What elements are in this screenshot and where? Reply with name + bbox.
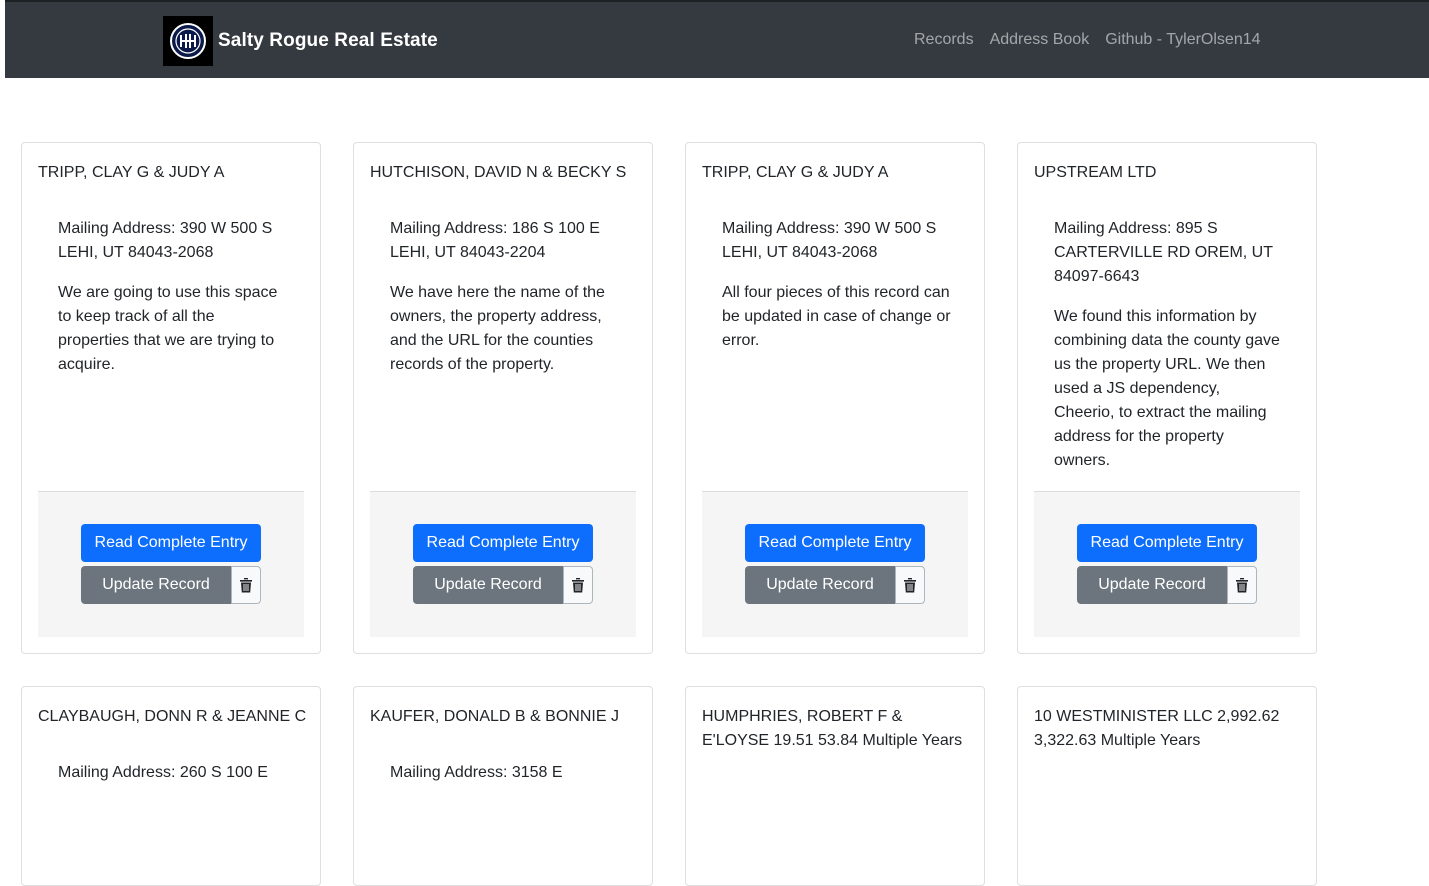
record-owner: UPSTREAM LTD — [1034, 164, 1157, 181]
record-actions: Read Complete Entry Update Record — [370, 491, 636, 637]
brand[interactable]: Salty Rogue Real Estate — [163, 16, 438, 66]
record-mailing-address: Mailing Address: 260 S 100 E — [58, 764, 268, 781]
record-body: Mailing Address: 390 W 500 S LEHI, UT 84… — [722, 217, 952, 369]
delete-record-button[interactable] — [563, 566, 593, 604]
trash-icon — [904, 578, 916, 593]
record-mailing-address: Mailing Address: 895 S CARTERVILLE RD OR… — [1054, 220, 1273, 285]
read-complete-entry-button[interactable]: Read Complete Entry — [745, 524, 925, 562]
record-mailing-address: Mailing Address: 186 S 100 E LEHI, UT 84… — [390, 220, 600, 261]
nav-link-records[interactable]: Records — [914, 31, 974, 49]
record-body: Mailing Address: 3158 E — [390, 761, 620, 801]
record-mailing-address: Mailing Address: 3158 E — [390, 764, 563, 781]
nav-link-github[interactable]: Github - TylerOlsen14 — [1105, 31, 1260, 49]
record-owner: TRIPP, CLAY G & JUDY A — [702, 164, 889, 181]
update-record-button[interactable]: Update Record — [1077, 566, 1227, 604]
trash-icon — [572, 578, 584, 593]
record-card: HUTCHISON, DAVID N & BECKY S Mailing Add… — [353, 142, 653, 654]
brand-name: Salty Rogue Real Estate — [218, 30, 438, 51]
record-card: TRIPP, CLAY G & JUDY A Mailing Address: … — [685, 142, 985, 654]
record-owner: TRIPP, CLAY G & JUDY A — [38, 164, 225, 181]
record-card: KAUFER, DONALD B & BONNIE J Mailing Addr… — [353, 686, 653, 886]
record-body: Mailing Address: 186 S 100 E LEHI, UT 84… — [390, 217, 620, 393]
record-owner: CLAYBAUGH, DONN R & JEANNE C — [38, 708, 307, 725]
update-record-button[interactable]: Update Record — [413, 566, 563, 604]
company-logo — [163, 16, 213, 66]
update-record-button[interactable]: Update Record — [745, 566, 895, 604]
record-card: CLAYBAUGH, DONN R & JEANNE C Mailing Add… — [21, 686, 321, 886]
record-owner: HUTCHISON, DAVID N & BECKY S — [370, 164, 627, 181]
record-mailing-address: Mailing Address: 390 W 500 S LEHI, UT 84… — [722, 220, 937, 261]
read-complete-entry-button[interactable]: Read Complete Entry — [1077, 524, 1257, 562]
record-body: Mailing Address: 260 S 100 E — [58, 761, 288, 801]
record-notes: We have here the name of the owners, the… — [390, 284, 605, 373]
record-card: UPSTREAM LTD Mailing Address: 895 S CART… — [1017, 142, 1317, 654]
record-owner: 10 WESTMINISTER LLC 2,992.62 3,322.63 Mu… — [1034, 708, 1280, 749]
trash-icon — [1236, 578, 1248, 593]
record-owner: KAUFER, DONALD B & BONNIE J — [370, 708, 619, 725]
record-actions: Read Complete Entry Update Record — [1034, 491, 1300, 637]
trash-icon — [240, 578, 252, 593]
record-actions: Read Complete Entry Update Record — [38, 491, 304, 637]
record-actions: Read Complete Entry Update Record — [702, 491, 968, 637]
record-body: Mailing Address: 895 S CARTERVILLE RD OR… — [1054, 217, 1284, 489]
record-notes: We are going to use this space to keep t… — [58, 284, 278, 373]
record-card: TRIPP, CLAY G & JUDY A Mailing Address: … — [21, 142, 321, 654]
delete-record-button[interactable] — [895, 566, 925, 604]
top-navbar: Salty Rogue Real Estate Records Address … — [5, 0, 1429, 78]
read-complete-entry-button[interactable]: Read Complete Entry — [81, 524, 261, 562]
delete-record-button[interactable] — [231, 566, 261, 604]
record-notes: All four pieces of this record can be up… — [722, 284, 951, 349]
record-card: HUMPHRIES, ROBERT F & E'LOYSE 19.51 53.8… — [685, 686, 985, 886]
record-card: 10 WESTMINISTER LLC 2,992.62 3,322.63 Mu… — [1017, 686, 1317, 886]
record-owner: HUMPHRIES, ROBERT F & E'LOYSE 19.51 53.8… — [702, 708, 963, 749]
nav-links: Records Address Book Github - TylerOlsen… — [914, 31, 1261, 49]
record-notes: We found this information by combining d… — [1054, 308, 1280, 469]
update-record-button[interactable]: Update Record — [81, 566, 231, 604]
delete-record-button[interactable] — [1227, 566, 1257, 604]
read-complete-entry-button[interactable]: Read Complete Entry — [413, 524, 593, 562]
record-mailing-address: Mailing Address: 390 W 500 S LEHI, UT 84… — [58, 220, 273, 261]
record-body: Mailing Address: 390 W 500 S LEHI, UT 84… — [58, 217, 288, 393]
nav-link-address-book[interactable]: Address Book — [990, 31, 1090, 49]
